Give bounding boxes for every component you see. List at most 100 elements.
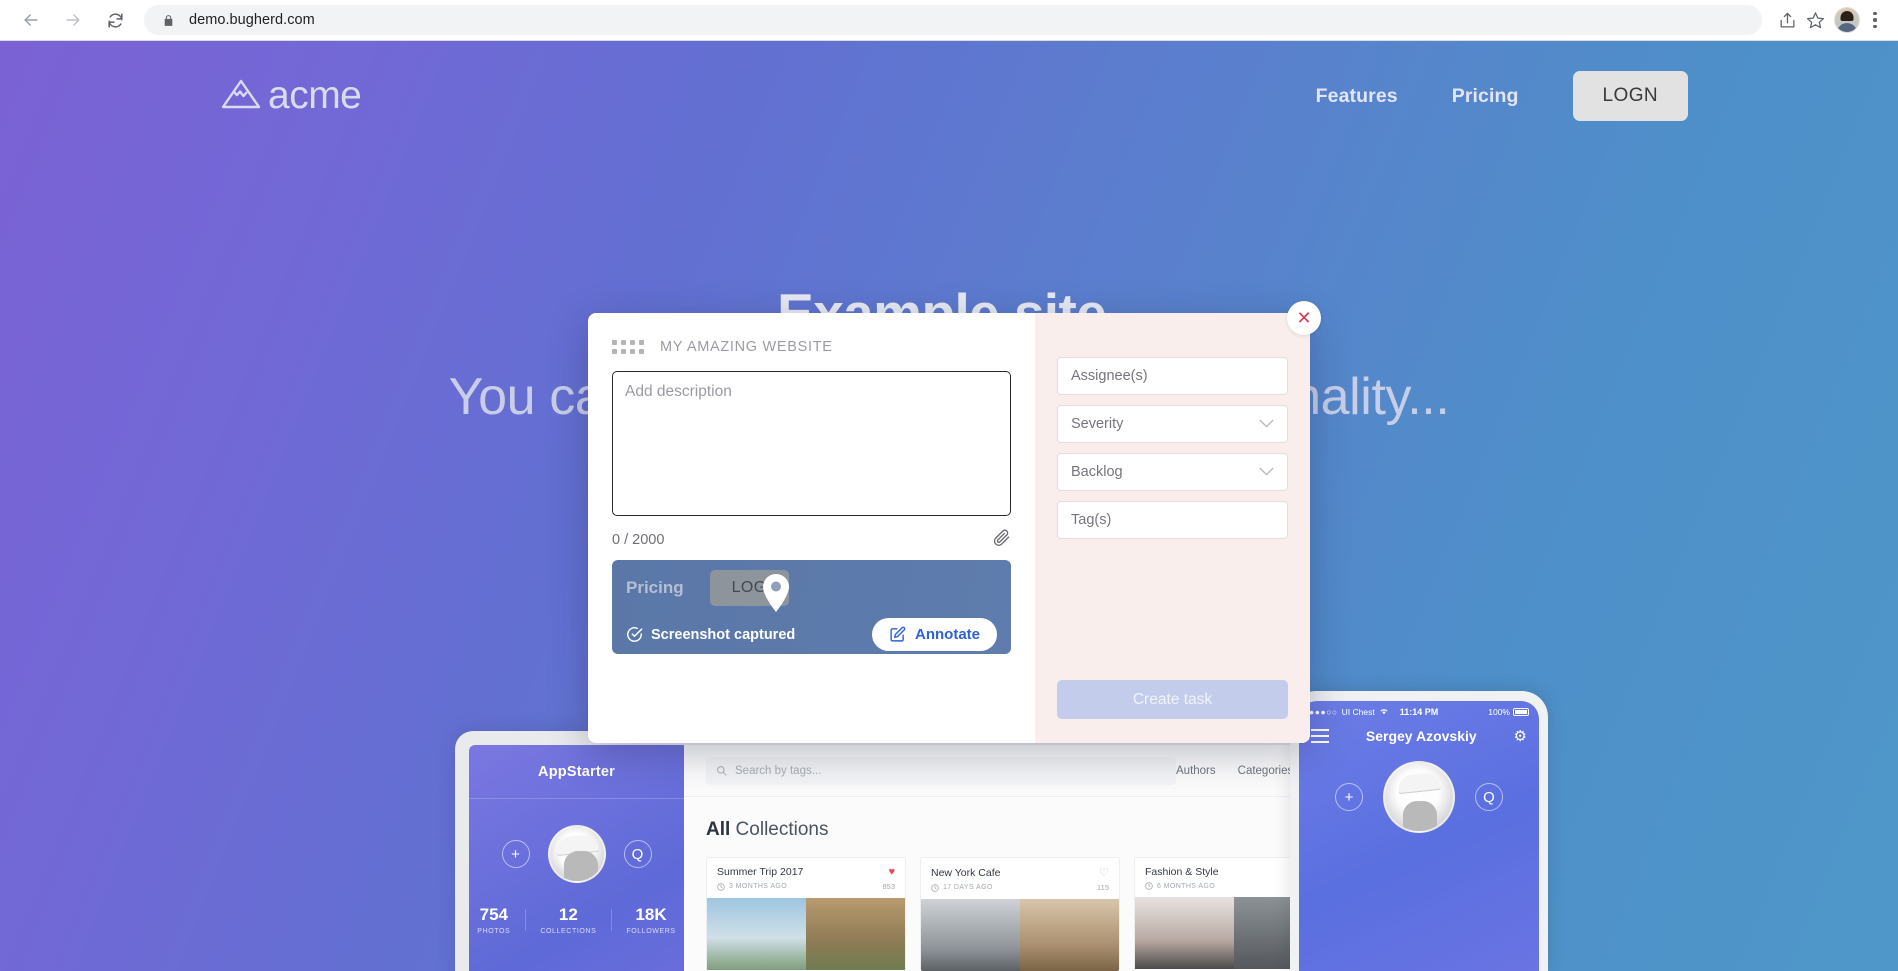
severity-select[interactable]: Severity bbox=[1057, 405, 1288, 443]
status-badge: Screenshot captured bbox=[626, 626, 795, 643]
appstarter-topbar: Search by tags... Authors Categories Upl… bbox=[684, 745, 1346, 797]
profile-row: + Q bbox=[469, 825, 684, 883]
battery-icon bbox=[1513, 708, 1529, 716]
mountain-icon bbox=[220, 78, 262, 115]
stat-label: COLLECTIONS bbox=[540, 928, 597, 935]
modal-site-name: MY AMAZING WEBSITE bbox=[660, 339, 833, 355]
phone-mockup: ●●●○○ UI Chest 11:14 PM 100% Sergey Azov… bbox=[1290, 691, 1548, 971]
browser-toolbar: demo.bugherd.com bbox=[0, 0, 1898, 41]
site-nav: Features Pricing LOGN bbox=[1316, 71, 1688, 121]
collection-card[interactable]: Summer Trip 2017 ♥ 3 MONTHS AGO 853 bbox=[706, 857, 906, 971]
map-pin-icon bbox=[760, 573, 792, 613]
clock-icon bbox=[1145, 882, 1153, 890]
collection-card-list: Summer Trip 2017 ♥ 3 MONTHS AGO 853 New … bbox=[684, 841, 1346, 971]
signal-icon: ●●●○○ bbox=[1309, 707, 1338, 717]
stat-label: PHOTOS bbox=[477, 928, 511, 935]
appstarter-title: AppStarter bbox=[538, 764, 615, 780]
search-icon[interactable]: Q bbox=[623, 840, 652, 868]
collections-heading: All Collections bbox=[684, 797, 1346, 841]
phone-navbar: Sergey Azovskiy ⚙ bbox=[1299, 717, 1539, 745]
search-icon[interactable]: Q bbox=[1475, 783, 1503, 811]
severity-label: Severity bbox=[1071, 416, 1124, 432]
modal-left-panel: MY AMAZING WEBSITE 0 / 2000 Pricing LOG bbox=[588, 313, 1035, 743]
create-task-button[interactable]: Create task bbox=[1057, 680, 1288, 719]
search-input[interactable]: Search by tags... bbox=[706, 756, 1176, 785]
site-logo[interactable]: acme bbox=[220, 74, 362, 118]
forward-icon[interactable] bbox=[56, 3, 90, 37]
search-placeholder: Search by tags... bbox=[735, 764, 822, 777]
stat-item: 18K FOLLOWERS bbox=[611, 905, 690, 935]
stat-value: 754 bbox=[479, 905, 508, 924]
collection-card[interactable]: New York Cafe ♡ 17 DAYS AGO 115 bbox=[920, 857, 1120, 971]
add-icon[interactable]: + bbox=[501, 840, 530, 868]
assignees-field[interactable]: Assignee(s) bbox=[1057, 357, 1288, 395]
bugherd-task-modal: MY AMAZING WEBSITE 0 / 2000 Pricing LOG bbox=[588, 301, 1321, 743]
tags-label: Tag(s) bbox=[1071, 512, 1112, 528]
card-thumbnails bbox=[707, 898, 905, 970]
card-title: Fashion & Style bbox=[1145, 866, 1219, 878]
card-title: Summer Trip 2017 bbox=[717, 866, 804, 878]
nav-link-features[interactable]: Features bbox=[1316, 85, 1398, 108]
nav-link-pricing[interactable]: Pricing bbox=[1452, 85, 1519, 108]
drag-handle-icon[interactable] bbox=[612, 340, 644, 354]
card-timestamp: 3 MONTHS AGO bbox=[729, 883, 788, 890]
bookmark-star-icon[interactable] bbox=[1802, 7, 1828, 33]
browser-menu-icon[interactable] bbox=[1862, 11, 1888, 29]
avatar[interactable] bbox=[1834, 7, 1860, 33]
nav-item-categories[interactable]: Categories bbox=[1238, 765, 1294, 777]
description-input[interactable] bbox=[612, 371, 1011, 516]
search-icon bbox=[717, 766, 727, 776]
chevron-down-icon bbox=[1259, 416, 1274, 432]
phone-time: 11:14 PM bbox=[1399, 707, 1439, 717]
reload-icon[interactable] bbox=[98, 3, 132, 37]
screenshot-thumbnail: Pricing LOG bbox=[626, 570, 997, 606]
annotate-label: Annotate bbox=[915, 626, 980, 643]
close-icon[interactable]: ✕ bbox=[1287, 301, 1321, 335]
address-bar[interactable]: demo.bugherd.com bbox=[144, 5, 1762, 35]
modal-right-panel: ✕ Assignee(s) Severity Backlog Tag(s) Cr… bbox=[1035, 301, 1321, 743]
back-icon[interactable] bbox=[14, 3, 48, 37]
card-timestamp: 6 MONTHS AGO bbox=[1157, 882, 1216, 890]
status-select[interactable]: Backlog bbox=[1057, 453, 1288, 491]
annotate-button[interactable]: Annotate bbox=[872, 618, 997, 651]
logo-text: acme bbox=[268, 74, 362, 117]
screenshot-preview[interactable]: Pricing LOG Screenshot captured Annotate bbox=[612, 560, 1011, 654]
clock-icon bbox=[931, 883, 939, 892]
laptop-mockup: AppStarter + Q 754 PHOTOS 12 COLLECTIONS… bbox=[455, 731, 1360, 971]
card-title: New York Cafe bbox=[931, 866, 1001, 879]
site-header: acme Features Pricing LOGN bbox=[0, 41, 1898, 151]
login-button[interactable]: LOGN bbox=[1572, 71, 1688, 121]
gear-icon[interactable]: ⚙ bbox=[1514, 727, 1527, 745]
appstarter-sidebar: AppStarter + Q 754 PHOTOS 12 COLLECTIONS… bbox=[469, 745, 684, 971]
heart-icon[interactable]: ♥ bbox=[888, 866, 895, 878]
heart-icon[interactable]: ♡ bbox=[1099, 866, 1109, 879]
clock-icon bbox=[717, 882, 725, 891]
share-icon[interactable] bbox=[1774, 7, 1800, 33]
modal-header: MY AMAZING WEBSITE bbox=[612, 335, 1011, 359]
battery-percent: 100% bbox=[1488, 707, 1510, 717]
profile-stats: 754 PHOTOS 12 COLLECTIONS 18K FOLLOWERS bbox=[469, 905, 684, 935]
description-footer: 0 / 2000 bbox=[612, 528, 1011, 552]
check-circle-icon bbox=[627, 627, 643, 642]
collections-heading-rest: Collections bbox=[730, 819, 829, 840]
web-page: acme Features Pricing LOGN Example site.… bbox=[0, 41, 1898, 971]
appstarter-main: Search by tags... Authors Categories Upl… bbox=[684, 745, 1346, 971]
status-text: Screenshot captured bbox=[651, 626, 796, 643]
paperclip-icon[interactable] bbox=[992, 528, 1011, 552]
chevron-down-icon bbox=[1259, 464, 1274, 480]
divider bbox=[469, 798, 684, 799]
add-icon[interactable]: + bbox=[1335, 783, 1363, 811]
card-thumbnails bbox=[921, 899, 1119, 971]
carrier-name: UI Chest bbox=[1341, 707, 1375, 717]
hamburger-icon[interactable] bbox=[1311, 729, 1329, 743]
preview-pricing-text: Pricing bbox=[626, 578, 684, 597]
tags-field[interactable]: Tag(s) bbox=[1057, 501, 1288, 539]
stat-value: 12 bbox=[558, 905, 578, 924]
lock-icon bbox=[162, 13, 177, 28]
profile-avatar bbox=[1383, 761, 1455, 833]
phone-status-bar: ●●●○○ UI Chest 11:14 PM 100% bbox=[1299, 701, 1539, 717]
profile-avatar bbox=[547, 825, 606, 883]
phone-page-title: Sergey Azovskiy bbox=[1365, 728, 1477, 744]
card-like-count: 853 bbox=[882, 882, 895, 891]
nav-item-authors[interactable]: Authors bbox=[1176, 765, 1216, 777]
